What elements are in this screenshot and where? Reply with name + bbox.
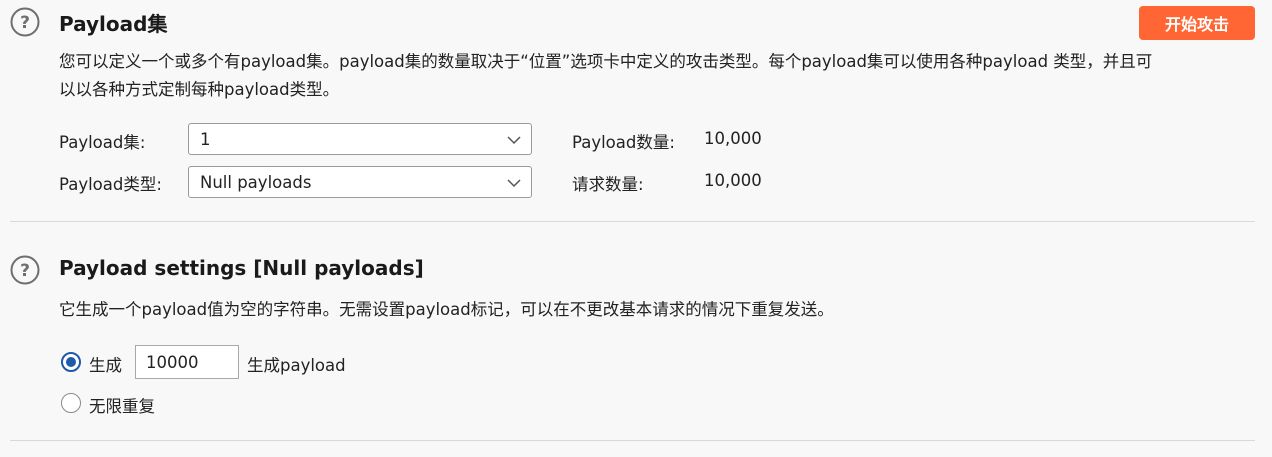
payload-type-label: Payload类型: [59, 175, 162, 194]
help-icon[interactable]: ? [10, 7, 40, 37]
chevron-down-icon [507, 179, 521, 188]
generate-label: 生成 [89, 356, 122, 375]
intruder-payloads-panel: ? Payload集 开始攻击 您可以定义一个或多个有payload集。payl… [0, 0, 1272, 457]
request-count-value: 10,000 [704, 171, 762, 190]
generate-radio[interactable] [61, 352, 81, 372]
generate-suffix-label: 生成payload [247, 356, 346, 375]
payload-sets-description: 您可以定义一个或多个有payload集。payload集的数量取决于“位置”选项… [59, 48, 1152, 104]
section-divider [10, 221, 1255, 222]
request-count-label: 请求数量: [572, 175, 644, 194]
help-icon[interactable]: ? [10, 255, 40, 285]
svg-text:?: ? [20, 13, 30, 33]
payload-settings-description: 它生成一个payload值为空的字符串。无需设置payload标记，可以在不更改… [59, 300, 834, 319]
payload-sets-description-line1: 您可以定义一个或多个有payload集。payload集的数量取决于“位置”选项… [59, 52, 1153, 71]
payload-type-value: Null payloads [200, 172, 312, 192]
payload-sets-description-line2: 以以各种方式定制每种payload类型。 [59, 80, 340, 99]
payload-settings-title: Payload settings [Null payloads] [59, 256, 424, 280]
repeat-indefinitely-label: 无限重复 [89, 397, 155, 416]
payload-sets-title: Payload集 [59, 12, 168, 36]
payload-set-value: 1 [200, 129, 211, 149]
repeat-indefinitely-radio[interactable] [61, 393, 81, 413]
payload-set-select[interactable]: 1 [188, 123, 532, 155]
payload-count-label: Payload数量: [572, 133, 675, 152]
generate-count-input[interactable] [135, 345, 239, 379]
svg-text:?: ? [20, 261, 30, 281]
start-attack-button[interactable]: 开始攻击 [1139, 6, 1255, 40]
payload-count-value: 10,000 [704, 129, 762, 148]
payload-set-label: Payload集: [59, 133, 146, 152]
payload-type-select[interactable]: Null payloads [188, 166, 532, 198]
section-divider [10, 440, 1255, 441]
chevron-down-icon [507, 136, 521, 145]
